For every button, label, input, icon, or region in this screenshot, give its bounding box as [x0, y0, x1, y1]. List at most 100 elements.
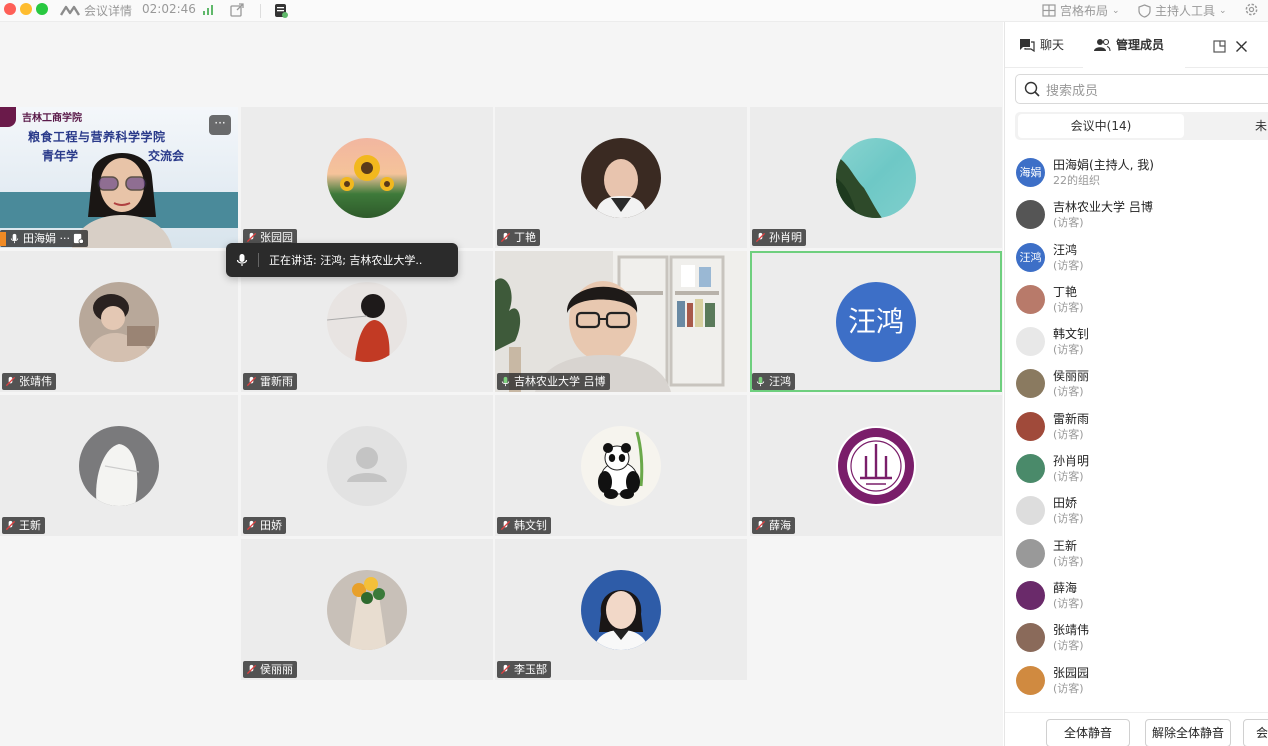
- search-input[interactable]: 搜索成员: [1015, 74, 1268, 104]
- member-row[interactable]: 薛海 (访客): [1005, 575, 1268, 617]
- members-panel: 聊天 管理成员 搜索成员 会议中(14) 未 海娟 田海娟(主持人, 我) 22…: [1004, 22, 1268, 746]
- panel-footer: 全体静音 解除全体静音 会: [1005, 712, 1268, 746]
- title-bar: 会议详情 02:02:46 宫格布局 ⌄ 主持人工具 ⌄: [0, 0, 1268, 22]
- settings-button[interactable]: [1244, 2, 1259, 17]
- shield-icon: [1138, 3, 1151, 18]
- video-tile-host[interactable]: 吉林工商学院 粮食工程与营养科学学院 青年学 交流会 ··· 田海娟 ···: [0, 107, 238, 248]
- member-name: 田娇: [1053, 496, 1078, 511]
- video-tile-camera[interactable]: 吉林农业大学 吕博: [495, 251, 747, 392]
- more-host-button[interactable]: 会: [1243, 719, 1268, 746]
- segment-in-meeting[interactable]: 会议中(14): [1018, 114, 1184, 138]
- zoom-window-button[interactable]: [36, 3, 48, 15]
- avatar: [581, 425, 661, 506]
- close-window-button[interactable]: [4, 3, 16, 15]
- member-role: (访客): [1053, 596, 1084, 610]
- member-name: 雷新雨: [1053, 411, 1090, 426]
- video-tile[interactable]: 张靖伟: [0, 251, 238, 392]
- mic-muted-icon: [755, 520, 766, 531]
- avatar: [581, 569, 661, 650]
- unmute-all-button[interactable]: 解除全体静音: [1145, 719, 1231, 746]
- member-role: (访客): [1053, 639, 1084, 653]
- member-name: 张靖伟: [1053, 623, 1090, 638]
- member-role: 22的组织: [1053, 174, 1100, 187]
- member-row[interactable]: 田娇 (访客): [1005, 490, 1268, 532]
- tile-name: 田海娟 ···: [23, 232, 70, 245]
- video-tile[interactable]: 侯丽丽: [241, 539, 493, 680]
- minimize-window-button[interactable]: [20, 3, 32, 15]
- member-avatar: [1016, 200, 1045, 230]
- member-row[interactable]: 张靖伟 (访客): [1005, 617, 1268, 659]
- member-row[interactable]: 侯丽丽 (访客): [1005, 363, 1268, 405]
- member-name: 孙肖明: [1053, 454, 1090, 469]
- avatar: [327, 569, 407, 650]
- mic-icon: [236, 254, 248, 266]
- tab-chat[interactable]: 聊天: [1019, 36, 1064, 53]
- video-tile[interactable]: 薛海: [750, 395, 1002, 536]
- mic-muted-icon: [500, 664, 511, 675]
- members-icon: [1094, 38, 1111, 51]
- member-role: (访客): [1053, 300, 1084, 314]
- grid-layout-button[interactable]: 宫格布局 ⌄: [1042, 2, 1120, 19]
- tile-nametag: 田娇: [243, 517, 286, 534]
- tile-name: 侯丽丽: [260, 663, 293, 676]
- tile-name: 王新: [19, 519, 41, 532]
- member-row[interactable]: 雷新雨 (访客): [1005, 406, 1268, 448]
- member-row[interactable]: 王新 (访客): [1005, 533, 1268, 575]
- popout-icon[interactable]: [1213, 38, 1226, 57]
- signal-icon[interactable]: [202, 4, 216, 16]
- video-tile[interactable]: 孙肖明: [750, 107, 1002, 248]
- mute-all-button[interactable]: 全体静音: [1046, 719, 1130, 746]
- video-tile[interactable]: 张园园: [241, 107, 493, 248]
- member-row[interactable]: 海娟 田海娟(主持人, 我) 22的组织: [1005, 152, 1268, 194]
- member-row[interactable]: 张园园 (访客): [1005, 660, 1268, 702]
- meeting-timer: 02:02:46: [142, 2, 196, 16]
- host-tools-button[interactable]: 主持人工具 ⌄: [1138, 2, 1227, 19]
- tab-members[interactable]: 管理成员: [1093, 36, 1164, 53]
- close-icon[interactable]: [1235, 38, 1248, 57]
- video-tile[interactable]: 田娇: [241, 395, 493, 536]
- member-row[interactable]: 吉林农业大学 吕博 (访客): [1005, 194, 1268, 236]
- video-tile[interactable]: 丁艳: [495, 107, 747, 248]
- screen-share-icon: [73, 233, 84, 244]
- member-avatar: [1016, 284, 1045, 314]
- avatar: [581, 137, 661, 218]
- video-tile[interactable]: 韩文钊: [495, 395, 747, 536]
- member-role: (访客): [1053, 554, 1084, 568]
- host-tools-label: 主持人工具: [1155, 4, 1216, 18]
- school-logo-icon: [0, 107, 16, 127]
- avatar: [79, 281, 159, 362]
- member-name: 张园园: [1053, 665, 1090, 680]
- mic-muted-icon: [5, 376, 16, 387]
- more-options-button[interactable]: ···: [209, 115, 231, 135]
- video-tile[interactable]: 王新: [0, 395, 238, 536]
- share-out-icon[interactable]: [230, 3, 244, 17]
- member-row[interactable]: 汪鸿 汪鸿 (访客): [1005, 237, 1268, 279]
- chevron-down-icon: ⌄: [1219, 5, 1227, 16]
- member-name: 田海娟(主持人, 我): [1053, 158, 1154, 172]
- video-tile-active-speaker[interactable]: 汪鸿 汪鸿: [750, 251, 1002, 392]
- member-name: 侯丽丽: [1053, 369, 1090, 384]
- meeting-logo-icon: [60, 5, 80, 16]
- member-row[interactable]: 李玉郜: [1005, 702, 1268, 706]
- member-row[interactable]: 丁艳 (访客): [1005, 279, 1268, 321]
- tile-nametag: 张靖伟: [2, 373, 56, 390]
- member-role: (访客): [1053, 512, 1084, 526]
- video-tile[interactable]: 李玉郜: [495, 539, 747, 680]
- chat-icon: [1020, 38, 1035, 52]
- mic-active-icon: [501, 376, 510, 387]
- member-row[interactable]: 孙肖明 (访客): [1005, 448, 1268, 490]
- member-row[interactable]: 韩文钊 (访客): [1005, 321, 1268, 363]
- notes-icon[interactable]: [274, 3, 288, 18]
- segment-other[interactable]: 未: [1255, 114, 1267, 138]
- mic-active-icon: [756, 376, 765, 387]
- tab-members-label: 管理成员: [1116, 38, 1165, 52]
- tile-nametag: 丁艳: [497, 229, 540, 246]
- member-role: (访客): [1053, 216, 1084, 230]
- avatar: [327, 281, 407, 362]
- member-avatar: [1016, 327, 1045, 357]
- meeting-details-button[interactable]: 会议详情: [60, 2, 132, 19]
- avatar: [79, 425, 159, 506]
- tile-name: 汪鸿: [769, 375, 791, 388]
- member-name: 吉林农业大学 吕博: [1053, 200, 1153, 215]
- member-list: 海娟 田海娟(主持人, 我) 22的组织 吉林农业大学 吕博 (访客) 汪鸿 汪鸿 (访客) 丁…: [1005, 152, 1268, 706]
